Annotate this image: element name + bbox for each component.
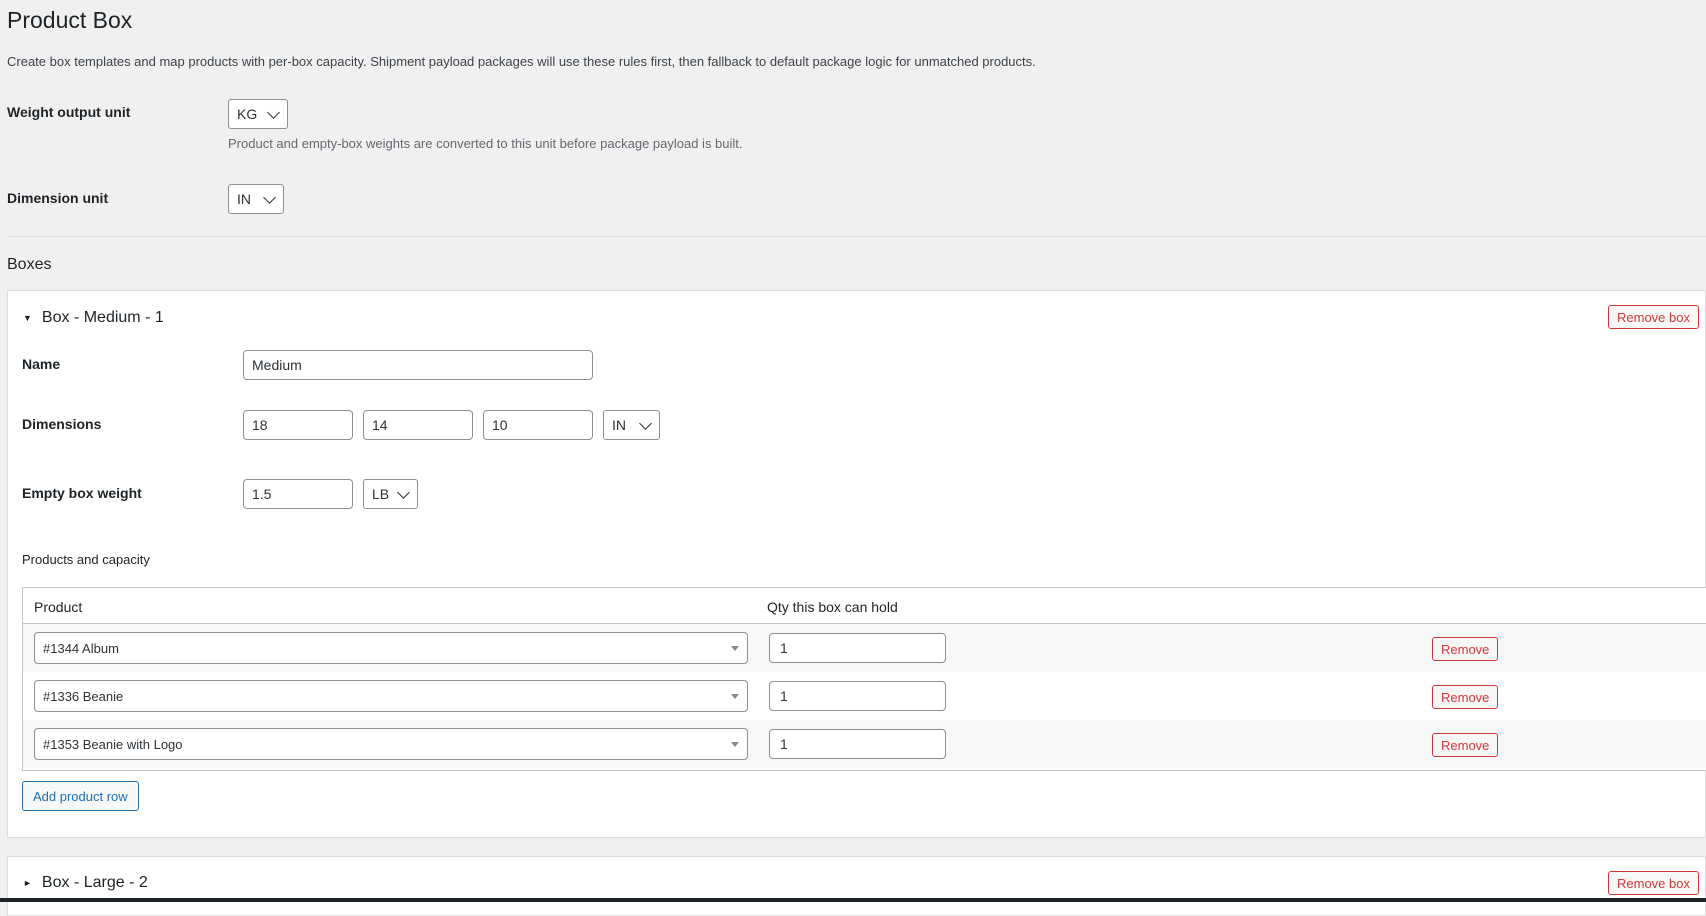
remove-box-button[interactable]: Remove box — [1608, 305, 1699, 329]
dimension-unit-select[interactable]: IN — [228, 184, 284, 214]
box-dimension-unit-select[interactable]: IN — [603, 410, 660, 440]
weight-unit-label: Weight output unit — [7, 104, 131, 120]
weight-unit-value: KG — [237, 106, 258, 122]
section-divider — [7, 236, 1706, 237]
product-select-value: #1336 Beanie — [43, 688, 124, 704]
box-name-input[interactable]: Medium — [243, 350, 593, 380]
dimension-height-input[interactable]: 10 — [483, 410, 593, 440]
box-panel-large: ► Box - Large - 2 Remove box — [7, 856, 1706, 916]
remove-row-button[interactable]: Remove — [1432, 733, 1499, 757]
empty-box-weight-input[interactable]: 1.5 — [243, 479, 353, 509]
weight-unit-help: Product and empty-box weights are conver… — [228, 136, 743, 151]
chevron-down-icon — [267, 105, 280, 119]
dimension-unit-label: Dimension unit — [7, 190, 109, 206]
page-description: Create box templates and map products wi… — [7, 54, 1036, 69]
empty-box-weight-unit-select[interactable]: LB — [363, 479, 418, 509]
weight-unit-select[interactable]: KG — [228, 99, 288, 129]
remove-row-button[interactable]: Remove — [1432, 637, 1499, 661]
table-row: #1344 Album 1 Remove — [23, 624, 1706, 672]
boxes-section-title: Boxes — [7, 256, 52, 273]
chevron-down-icon — [397, 485, 410, 499]
caret-down-icon — [731, 742, 739, 747]
table-row: #1353 Beanie with Logo 1 Remove — [23, 720, 1706, 768]
product-select[interactable]: #1336 Beanie — [34, 680, 748, 712]
empty-box-weight-unit-value: LB — [372, 486, 390, 502]
column-header-qty: Qty this box can hold — [767, 599, 898, 615]
box-dimensions-label: Dimensions — [22, 416, 102, 432]
product-select[interactable]: #1353 Beanie with Logo — [34, 728, 748, 760]
caret-down-icon — [731, 646, 739, 651]
box-dimension-unit-value: IN — [612, 417, 626, 433]
caret-down-icon — [731, 694, 739, 699]
box-header-large[interactable]: ► Box - Large - 2 — [23, 874, 148, 892]
qty-input[interactable]: 1 — [769, 633, 946, 663]
chevron-down-icon — [263, 190, 276, 204]
box-name-label: Name — [22, 356, 61, 372]
dimension-width-input[interactable]: 14 — [363, 410, 473, 440]
products-table: Product Qty this box can hold #1344 Albu… — [22, 587, 1706, 771]
triangle-down-icon: ▼ — [23, 313, 32, 323]
window-bottom-edge — [0, 898, 1706, 902]
qty-input[interactable]: 1 — [769, 681, 946, 711]
empty-box-weight-label: Empty box weight — [22, 485, 142, 501]
dimension-length-input[interactable]: 18 — [243, 410, 353, 440]
add-product-row-button[interactable]: Add product row — [22, 781, 139, 811]
product-select-value: #1353 Beanie with Logo — [43, 736, 183, 752]
box-header-medium[interactable]: ▼ Box - Medium - 1 — [23, 309, 164, 327]
table-row: #1336 Beanie 1 Remove — [23, 672, 1706, 720]
chevron-down-icon — [639, 416, 652, 430]
product-select-value: #1344 Album — [43, 640, 119, 656]
box-title-large: Box - Large - 2 — [41, 874, 148, 891]
box-title-medium: Box - Medium - 1 — [41, 309, 164, 326]
box-panel-medium: ▼ Box - Medium - 1 Remove box Name Mediu… — [7, 290, 1706, 838]
dimension-unit-value: IN — [237, 191, 251, 207]
qty-input[interactable]: 1 — [769, 729, 946, 759]
products-capacity-label: Products and capacity — [22, 552, 150, 567]
column-header-product: Product — [34, 599, 83, 615]
triangle-right-icon: ► — [23, 878, 32, 888]
product-select[interactable]: #1344 Album — [34, 632, 748, 664]
remove-box-button[interactable]: Remove box — [1608, 871, 1699, 895]
page-title: Product Box — [7, 7, 133, 33]
remove-row-button[interactable]: Remove — [1432, 685, 1499, 709]
